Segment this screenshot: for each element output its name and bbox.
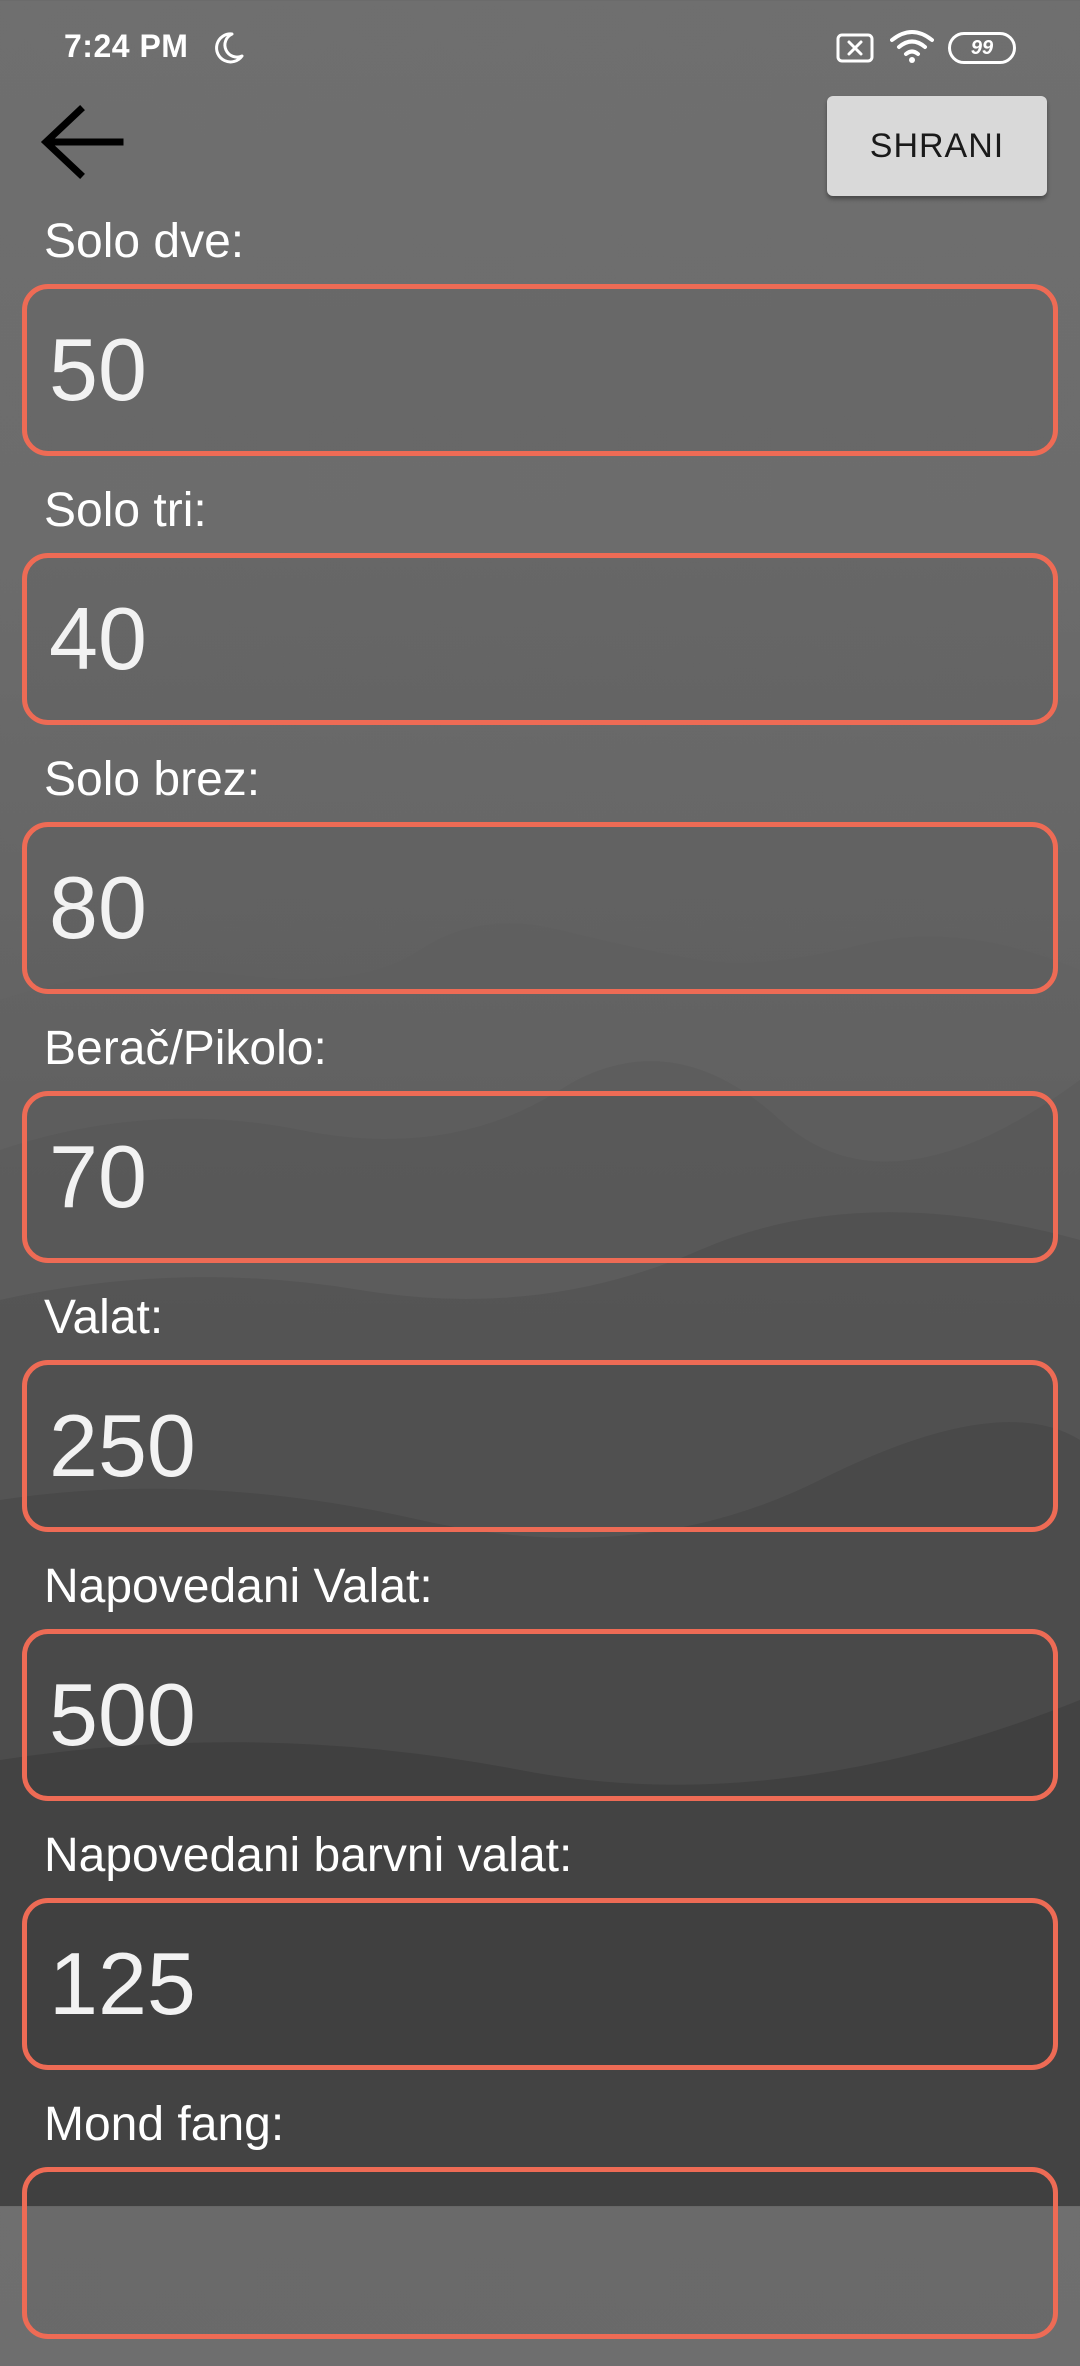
sim-off-icon <box>836 33 874 63</box>
field-valat: Valat: <box>0 1290 1080 1559</box>
save-button[interactable]: SHRANI <box>827 96 1047 196</box>
valat-input[interactable] <box>22 1360 1058 1532</box>
field-label: Solo dve: <box>44 215 245 268</box>
field-berac-pikolo: Berač/Pikolo: <box>0 1021 1080 1290</box>
status-bar: 7:24 PM 99 <box>0 0 1080 100</box>
field-label: Napovedani barvni valat: <box>44 1829 573 1882</box>
moon-icon <box>215 32 244 64</box>
field-label: Berač/Pikolo: <box>44 1022 327 1075</box>
field-label: Solo tri: <box>44 484 207 537</box>
napovedani-valat-input[interactable] <box>22 1629 1058 1801</box>
napovedani-barvni-valat-input[interactable] <box>22 1898 1058 2070</box>
field-label: Napovedani Valat: <box>44 1560 433 1613</box>
field-napovedani-barvni-valat: Napovedani barvni valat: <box>0 1828 1080 2097</box>
field-solo-brez: Solo brez: <box>0 752 1080 1021</box>
solo-dve-input[interactable] <box>22 284 1058 456</box>
battery-level: 99 <box>970 36 994 59</box>
field-label: Valat: <box>44 1291 164 1344</box>
status-time: 7:24 PM <box>64 28 189 64</box>
mond-fang-input[interactable] <box>22 2167 1058 2339</box>
field-label: Mond fang: <box>44 2098 285 2151</box>
field-mond-fang: Mond fang: <box>0 2097 1080 2366</box>
back-button[interactable] <box>36 96 132 192</box>
field-solo-tri: Solo tri: <box>0 483 1080 752</box>
solo-brez-input[interactable] <box>22 822 1058 994</box>
field-label: Solo brez: <box>44 753 261 806</box>
battery-icon: 99 <box>948 32 1016 64</box>
settings-form: Solo dve: Solo tri: Solo brez: Berač/Pik… <box>0 214 1080 2366</box>
arrow-left-icon <box>40 105 124 179</box>
field-solo-dve: Solo dve: <box>0 214 1080 483</box>
berac-pikolo-input[interactable] <box>22 1091 1058 1263</box>
solo-tri-input[interactable] <box>22 553 1058 725</box>
field-napovedani-valat: Napovedani Valat: <box>0 1559 1080 1828</box>
wifi-icon <box>890 30 934 63</box>
